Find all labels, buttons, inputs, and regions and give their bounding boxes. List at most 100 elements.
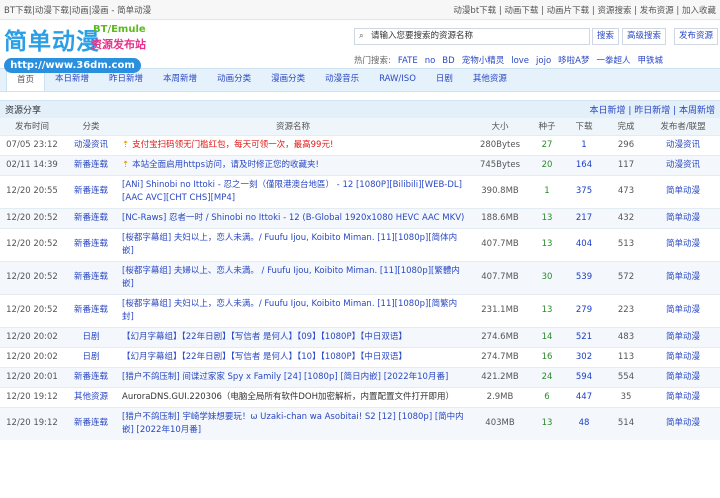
cell-dl: 217 [562,207,606,228]
cell-seed: 13 [532,293,562,327]
column-header: 种子 [532,118,562,135]
time-text: 12/20 20:01 [6,371,58,382]
cell-name[interactable]: [ANi] Shinobi no Ittoki - 忍之一刻（僅限港澳台地區） … [118,174,468,208]
nav-tab[interactable]: 动漫音乐 [315,68,369,91]
name-text: 【幻月字幕组】【22年日剧】【写信者 是何人】【09】【1080P】【中日双语】 [122,331,407,342]
cell-name[interactable]: [桜都字幕组] 夫妇以上，恋人未满。/ Fuufu Ijou, Koibito … [118,227,468,261]
cell-time: 12/20 20:52 [0,260,64,294]
section-links[interactable]: 本日新增 | 昨日新增 | 本周新增 [589,106,715,116]
cell-pub[interactable]: 简单动漫 [646,346,720,367]
cell-name[interactable]: ⇡ 本站全面启用https访问，请及时修正您的收藏夹! [118,154,468,175]
cell-cat[interactable]: 日剧 [64,346,118,367]
hot-search-link[interactable]: BD [442,56,454,66]
top-links[interactable]: 动漫bt下载 | 动画下载 | 动画片下载 | 资源搜索 | 发布资源 | 加入… [453,4,716,16]
done-text: 113 [617,351,635,362]
column-header: 大小 [468,118,532,135]
hot-search-link[interactable]: 宠物小精灵 [462,56,505,66]
nav-tab[interactable]: 动画分类 [207,68,261,91]
cell-done: 483 [606,326,646,347]
cell-pub[interactable]: 动漫资讯 [646,134,720,155]
cell-cat[interactable]: 动漫资讯 [64,134,118,155]
publish-button[interactable]: 发布资源 [674,28,719,45]
search-button[interactable]: 搜索 [592,28,620,45]
nav-tab[interactable]: 其他资源 [463,68,517,91]
table-row: 12/20 20:02 日剧 【幻月字幕组】【22年日剧】【写信者 是何人】【10】… [0,346,720,367]
cell-cat[interactable]: 新番连载 [64,174,118,208]
cell-name[interactable]: [猎户不鸽压制] 间谍过家家 Spy x Family [24] [1080p]… [118,366,468,387]
cell-name[interactable]: AuroraDNS.GUI.220306（电脑全局所有软件DOH加密解析，内置配… [118,386,468,407]
hot-search-link[interactable]: 一拳超人 [596,56,630,66]
cell-name[interactable]: ⇡ 支付宝扫码领无门槛红包，每天可领一次，最高99元! [118,134,468,155]
cell-pub[interactable]: 简单动漫 [646,260,720,294]
cell-time: 12/20 20:52 [0,227,64,261]
cat-text: 其他资源 [73,391,108,402]
cell-cat[interactable]: 其他资源 [64,386,118,407]
cat-text: 日剧 [82,351,100,362]
cell-name[interactable]: 【幻月字幕组】【22年日剧】【写信者 是何人】【10】【1080P】【中日双语】 [118,346,468,367]
hot-search-link[interactable]: FATE [398,56,418,66]
cell-cat[interactable]: 新番连载 [64,366,118,387]
cell-seed: 1 [532,174,562,208]
done-text: 223 [617,305,635,315]
cell-pub[interactable]: 动漫资讯 [646,154,720,175]
cell-cat[interactable]: 新番连载 [64,154,118,175]
cell-seed: 27 [532,134,562,155]
nav-tab[interactable]: 日剧 [426,68,463,91]
cell-name[interactable]: [NC-Raws] 忍者一时 / Shinobi no Ittoki - 12 … [118,207,468,228]
cell-cat[interactable]: 日剧 [64,326,118,347]
cell-name[interactable]: [猎户不鸽压制] 宇崎学妹想要玩！ω Uzaki-chan wa Asobita… [118,406,468,440]
cell-pub[interactable]: 简单动漫 [646,227,720,261]
nav-tab[interactable]: 本周新增 [153,68,207,91]
search-icon: ⌕ [359,31,364,41]
top-bar: BT下载|动漫下载|动画|漫画 - 简单动漫 动漫bt下载 | 动画下载 | 动… [0,0,720,20]
cell-pub[interactable]: 简单动漫 [646,366,720,387]
hot-search-link[interactable]: 哆啦A梦 [558,56,589,66]
cell-name[interactable]: [桜都字幕组] 夫妇以上，恋人未满。/ Fuufu Ijou, Koibito … [118,293,468,327]
time-text: 12/20 19:12 [6,391,58,402]
cell-cat[interactable]: 新番连载 [64,227,118,261]
cell-pub[interactable]: 简单动漫 [646,406,720,440]
cell-seed: 20 [532,154,562,175]
dl-text: 217 [575,212,593,223]
size-text: 407.7MB [481,239,519,249]
cell-name[interactable]: 【幻月字幕组】【22年日剧】【写信者 是何人】【09】【1080P】【中日双语】 [118,326,468,347]
cell-cat[interactable]: 新番连载 [64,207,118,228]
cell-cat[interactable]: 新番连载 [64,293,118,327]
size-text: 2.9MB [486,391,514,402]
cell-dl: 1 [562,134,606,155]
cell-cat[interactable]: 新番连载 [64,260,118,294]
size-text: 403MB [485,418,515,428]
dl-text: 1 [581,139,587,150]
done-text: 514 [617,418,635,428]
seed-text: 13 [541,212,553,223]
cell-cat[interactable]: 新番连载 [64,406,118,440]
size-text: 407.7MB [481,272,519,282]
cell-time: 12/20 20:52 [0,207,64,228]
hot-search-link[interactable]: 甲铁城 [638,56,664,66]
logo[interactable]: 简单动漫 BT/Emule 资源发布站 http://www.36dm.com [4,22,146,73]
column-header: 完成 [606,118,646,135]
cell-size: 745Bytes [468,154,532,175]
cell-pub[interactable]: 简单动漫 [646,326,720,347]
hot-search-link[interactable]: no [425,56,436,66]
search-input[interactable]: ⌕ 请输入您要搜索的资源名称 [354,28,590,45]
header: 简单动漫 BT/Emule 资源发布站 http://www.36dm.com … [0,20,720,73]
cell-dl: 279 [562,293,606,327]
hot-search-link[interactable]: love [511,56,529,66]
cell-name[interactable]: [桜都字幕组] 夫婦以上、恋人未満。 / Fuufu Ijou, Koibito… [118,260,468,294]
cell-pub[interactable]: 简单动漫 [646,293,720,327]
hot-search-link[interactable]: jojo [536,56,551,66]
nav-tab[interactable]: 漫画分类 [261,68,315,91]
advanced-search-button[interactable]: 高级搜索 [622,28,667,45]
cell-pub[interactable]: 简单动漫 [646,386,720,407]
cat-text: 新番连载 [73,418,108,428]
cell-size: 407.7MB [468,227,532,261]
cell-pub[interactable]: 简单动漫 [646,174,720,208]
time-text: 12/20 20:52 [6,272,58,282]
cell-dl: 594 [562,366,606,387]
cell-dl: 447 [562,386,606,407]
time-text: 12/20 20:52 [6,305,58,315]
cell-pub[interactable]: 简单动漫 [646,207,720,228]
cell-dl: 404 [562,227,606,261]
nav-tab[interactable]: RAW/ISO [369,68,426,91]
